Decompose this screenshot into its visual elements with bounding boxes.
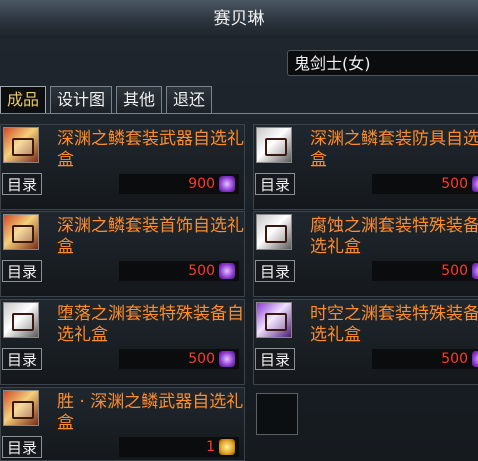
price-bar: 500 [372, 174, 478, 194]
item-name: 腐蚀之渊套装特殊装备自选礼盒 [310, 216, 478, 257]
shop-item-card[interactable]: 深渊之鳞套装防具自选礼盒 目录 500 [253, 124, 478, 210]
item-name: 堕落之渊套装特殊装备自选礼盒 [57, 304, 244, 345]
purple-crystal-icon [472, 351, 478, 367]
gift-box-icon[interactable] [256, 127, 292, 163]
catalog-button[interactable]: 目录 [2, 348, 42, 370]
shop-item-card[interactable]: 胜 · 深渊之鳞武器自选礼盒 目录 1 [0, 387, 245, 461]
catalog-button[interactable]: 目录 [2, 173, 42, 195]
gift-box-icon[interactable] [3, 390, 39, 426]
shop-item-card[interactable]: 深渊之鳞套装首饰自选礼盒 目录 500 [0, 211, 245, 297]
job-select-dropdown[interactable]: 鬼剑士(女) [287, 50, 478, 76]
empty-item-slot [256, 393, 298, 435]
item-price: 500 [188, 351, 215, 367]
price-bar: 500 [119, 349, 239, 369]
catalog-button[interactable]: 目录 [2, 436, 42, 458]
tab-bar: 成品 设计图 其他 退还 [0, 86, 213, 114]
shop-item-card[interactable]: 腐蚀之渊套装特殊装备自选礼盒 目录 500 [253, 211, 478, 297]
purple-crystal-icon [472, 176, 478, 192]
purple-crystal-icon [472, 263, 478, 279]
gift-box-icon[interactable] [3, 302, 39, 338]
catalog-button[interactable]: 目录 [255, 348, 295, 370]
shop-item-card[interactable]: 深渊之鳞套装武器自选礼盒 目录 900 [0, 124, 245, 210]
gift-box-icon[interactable] [256, 302, 292, 338]
item-name: 深渊之鳞套装防具自选礼盒 [310, 129, 478, 170]
item-price: 500 [441, 351, 468, 367]
price-bar: 500 [372, 261, 478, 281]
window-title: 赛贝琳 [0, 0, 478, 39]
item-name: 深渊之鳞套装首饰自选礼盒 [57, 216, 244, 257]
shop-item-card[interactable]: 堕落之渊套装特殊装备自选礼盒 目录 500 [0, 299, 245, 385]
shop-item-card[interactable]: 时空之渊套装特殊装备自选礼盒 目录 500 [253, 299, 478, 385]
item-price: 500 [188, 263, 215, 279]
purple-crystal-icon [219, 176, 235, 192]
price-bar: 500 [372, 349, 478, 369]
item-name: 胜 · 深渊之鳞武器自选礼盒 [57, 392, 244, 433]
item-name: 深渊之鳞套装武器自选礼盒 [57, 129, 244, 170]
item-price: 1 [206, 439, 215, 455]
item-price: 500 [441, 176, 468, 192]
gift-box-icon[interactable] [256, 214, 292, 250]
gift-box-icon[interactable] [3, 127, 39, 163]
tab-divider [0, 113, 478, 114]
tab-finished-goods[interactable]: 成品 [0, 86, 47, 113]
price-bar: 900 [119, 174, 239, 194]
tab-blueprints[interactable]: 设计图 [50, 86, 113, 113]
tab-return[interactable]: 退还 [166, 86, 213, 113]
tab-other[interactable]: 其他 [116, 86, 163, 113]
item-price: 900 [188, 176, 215, 192]
price-bar: 1 [119, 437, 239, 457]
catalog-button[interactable]: 目录 [255, 173, 295, 195]
catalog-button[interactable]: 目录 [255, 260, 295, 282]
catalog-button[interactable]: 目录 [2, 260, 42, 282]
purple-crystal-icon [219, 351, 235, 367]
gift-box-icon[interactable] [3, 214, 39, 250]
item-name: 时空之渊套装特殊装备自选礼盒 [310, 304, 478, 345]
purple-crystal-icon [219, 263, 235, 279]
price-bar: 500 [119, 261, 239, 281]
item-price: 500 [441, 263, 468, 279]
gold-crystal-icon [219, 439, 235, 455]
